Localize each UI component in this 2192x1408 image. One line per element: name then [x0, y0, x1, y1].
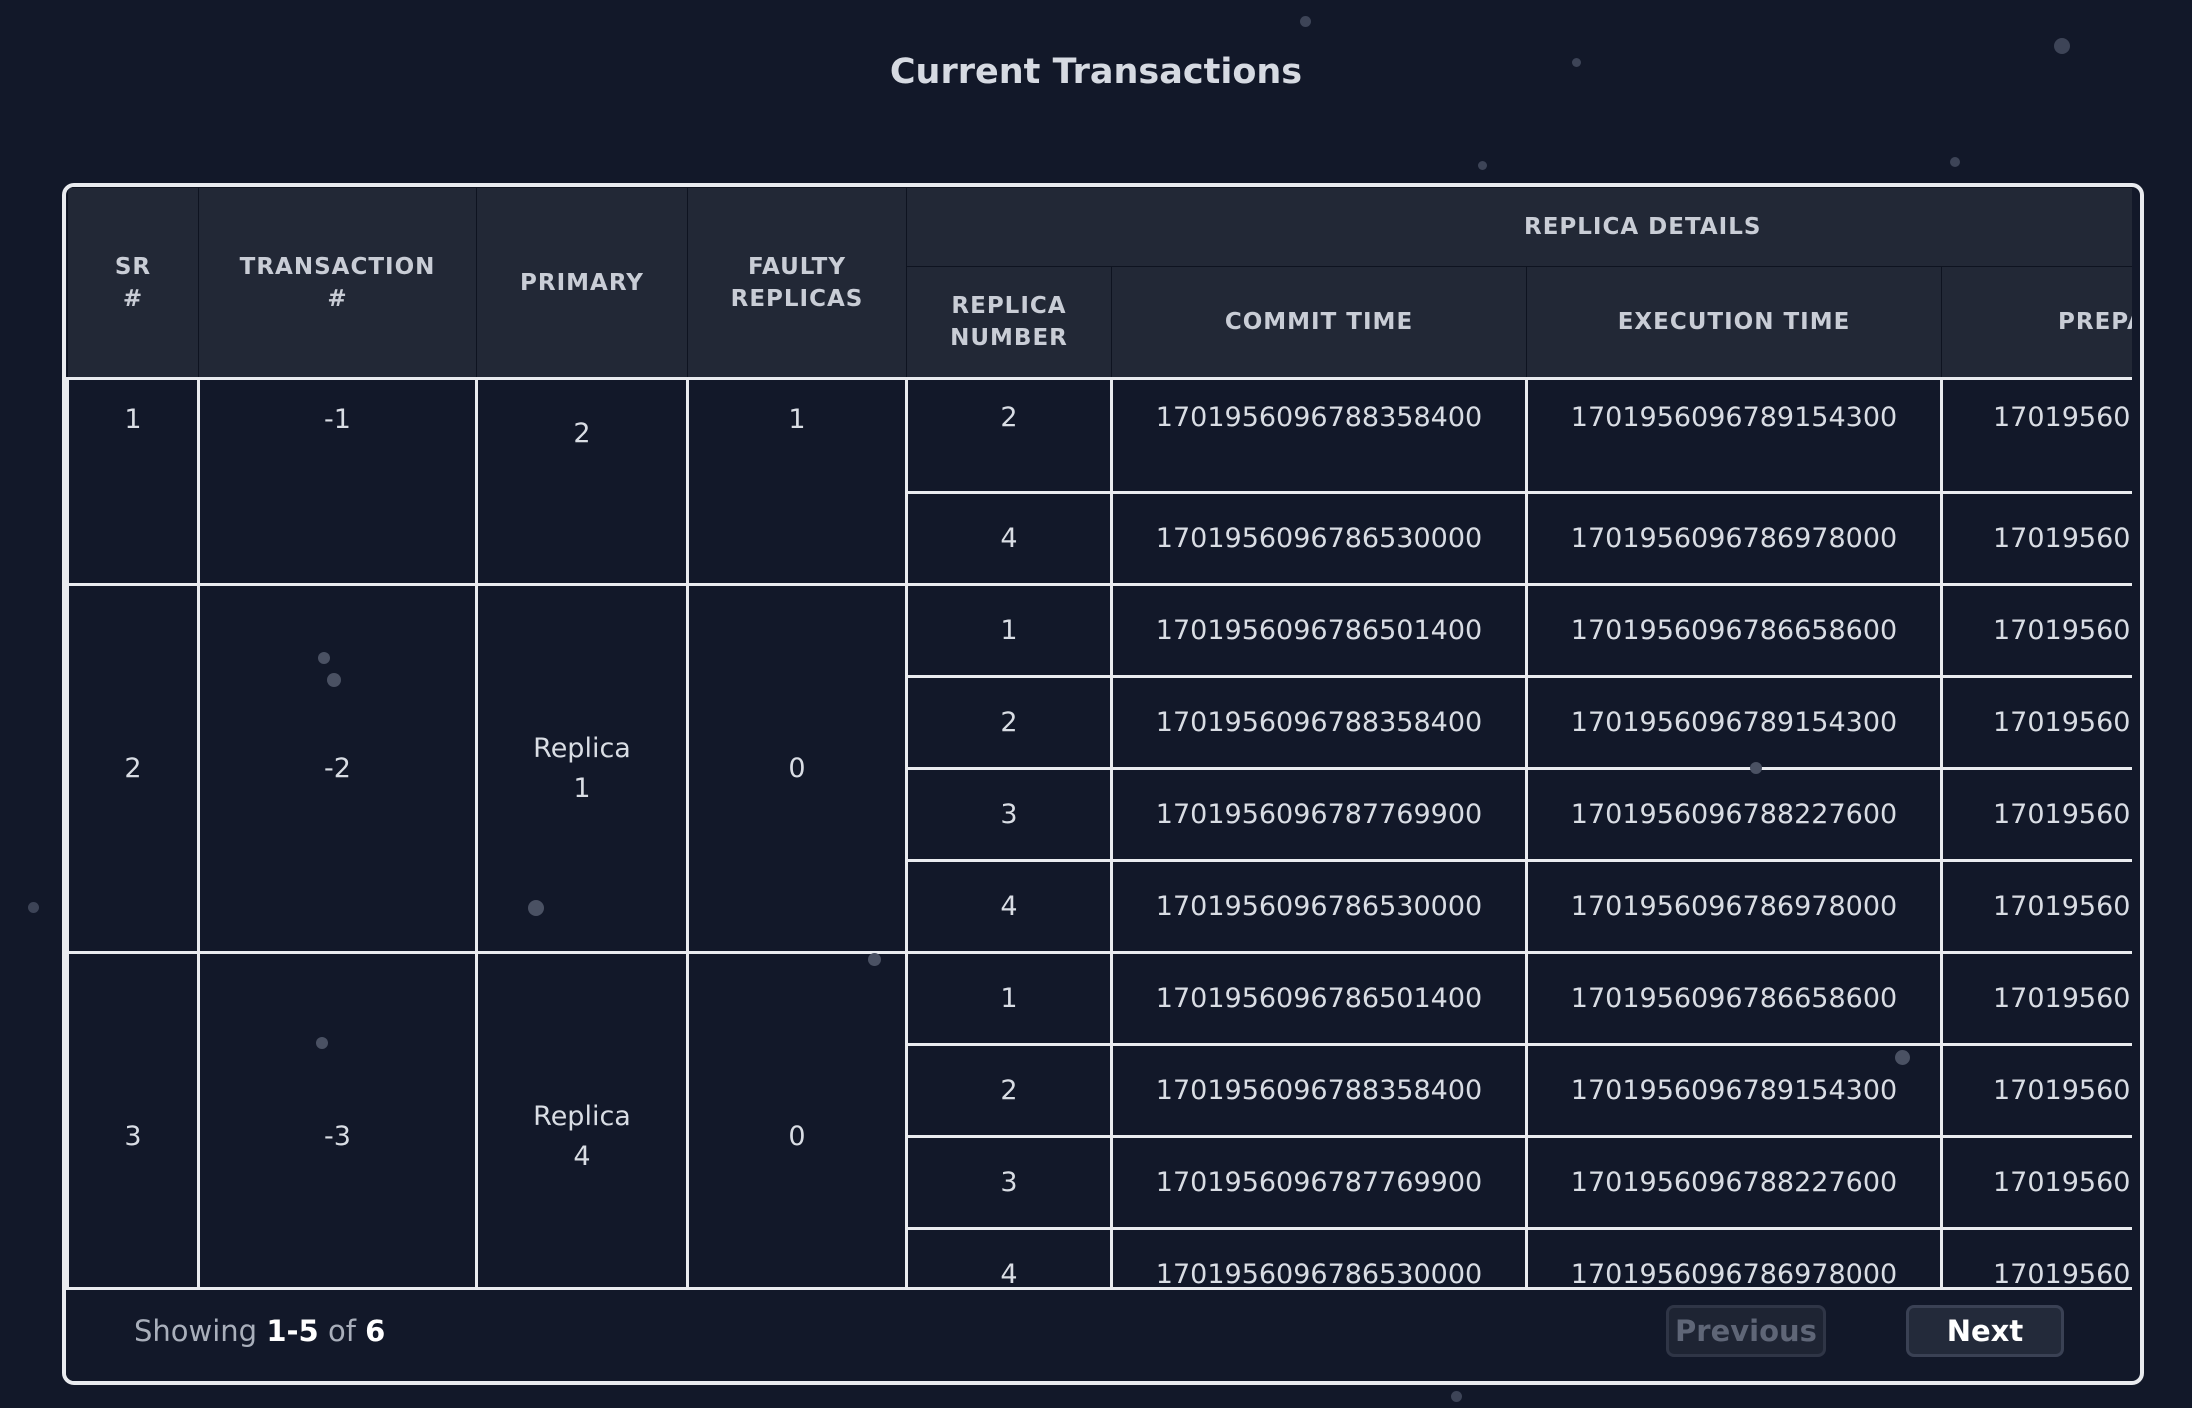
header-primary: PRIMARY [476, 187, 688, 379]
header-commit-time: COMMIT TIME [1111, 266, 1527, 379]
cell-commit-time: 1701956096786530000 [1110, 859, 1528, 954]
cell-execution-time: 1701956096786658600 [1525, 583, 1943, 678]
table-row: 2 -2 Replica 1 0 1 1701956096786501400 1… [66, 583, 2132, 954]
cell-primary: 2 [475, 377, 689, 586]
cell-commit-time: 1701956096786501400 [1110, 951, 1528, 1046]
cell-commit-time: 1701956096788358400 [1110, 377, 1528, 494]
cell-primary: Replica 1 [475, 583, 689, 954]
background-particle [327, 673, 341, 687]
cell-execution-time: 1701956096788227600 [1525, 1135, 1943, 1230]
pagination-status: Showing 1-5 of 6 [134, 1314, 385, 1348]
cell-execution-time: 1701956096789154300 [1525, 1043, 1943, 1138]
header-sr: SR # [67, 187, 199, 379]
cell-commit-time: 1701956096786501400 [1110, 583, 1528, 678]
primary-label: Replica [533, 732, 631, 764]
of-label: of [327, 1314, 356, 1348]
cell-prepare-time: 17019560 [1939, 1043, 2132, 1138]
cell-execution-time: 1701956096786978000 [1525, 859, 1943, 954]
background-particle [528, 900, 544, 916]
cell-transaction: -2 [197, 583, 478, 954]
background-particle [316, 1037, 328, 1049]
background-particle [28, 902, 39, 913]
header-replica-details: REPLICA DETAILS [905, 187, 2132, 267]
header-transaction: TRANSACTION # [198, 187, 477, 379]
background-particle [1895, 1050, 1910, 1065]
cell-faulty-replicas: 1 [686, 377, 908, 586]
cell-sr: 1 [66, 377, 200, 586]
cell-prepare-time: 17019560 [1939, 767, 2132, 862]
cell-commit-time: 1701956096788358400 [1110, 675, 1528, 770]
header-prepare-time: PREPA [1940, 266, 2132, 379]
cell-replica-number: 2 [905, 377, 1113, 494]
cell-sr: 3 [66, 951, 200, 1288]
page-title: Current Transactions [889, 52, 1303, 92]
cell-replica-number: 2 [905, 675, 1113, 770]
cell-prepare-time: 17019560 [1939, 1227, 2132, 1288]
cell-prepare-time: 17019560 [1939, 859, 2132, 954]
cell-commit-time: 1701956096787769900 [1110, 1135, 1528, 1230]
cell-prepare-time: 17019560 [1939, 583, 2132, 678]
cell-replica-number: 4 [905, 1227, 1113, 1288]
background-particle [1300, 16, 1311, 27]
background-particle [1451, 1391, 1462, 1402]
cell-faulty-replicas: 0 [686, 951, 908, 1288]
cell-execution-time: 1701956096786658600 [1525, 951, 1943, 1046]
cell-transaction: -3 [197, 951, 478, 1288]
cell-replica-number: 4 [905, 859, 1113, 954]
header-execution-time: EXECUTION TIME [1526, 266, 1942, 379]
header-replica-number: REPLICA NUMBER [906, 266, 1112, 379]
cell-prepare-time: 17019560 [1939, 377, 2132, 494]
cell-replica-number: 3 [905, 1135, 1113, 1230]
showing-label: Showing [134, 1314, 258, 1348]
primary-number: 4 [573, 1140, 591, 1172]
cell-execution-time: 1701956096786978000 [1525, 1227, 1943, 1288]
cell-execution-time: 1701956096786978000 [1525, 491, 1943, 586]
cell-replica-number: 3 [905, 767, 1113, 862]
primary-label: Replica [533, 1100, 631, 1132]
table-row: 1 -1 2 1 2 1701956096788358400 170195609… [66, 377, 2132, 586]
total-count: 6 [365, 1314, 386, 1348]
next-button[interactable]: Next [1906, 1305, 2064, 1357]
cell-prepare-time: 17019560 [1939, 1135, 2132, 1230]
cell-execution-time: 1701956096789154300 [1525, 377, 1943, 494]
background-particle [1478, 161, 1487, 170]
cell-commit-time: 1701956096786530000 [1110, 1227, 1528, 1288]
cell-execution-time: 1701956096788227600 [1525, 767, 1943, 862]
table-row: 3 -3 Replica 4 0 1 1701956096786501400 1… [66, 951, 2132, 1288]
transactions-table: SR # TRANSACTION # PRIMARY FAULTY REPLIC… [66, 187, 2132, 1288]
background-particle [318, 652, 330, 664]
cell-prepare-time: 17019560 [1939, 491, 2132, 586]
cell-primary: Replica 4 [475, 951, 689, 1288]
cell-commit-time: 1701956096786530000 [1110, 491, 1528, 586]
cell-faulty-replicas: 0 [686, 583, 908, 954]
cell-replica-number: 1 [905, 951, 1113, 1046]
cell-transaction: -1 [197, 377, 478, 586]
header-faulty-replicas: FAULTY REPLICAS [687, 187, 907, 379]
primary-number: 1 [573, 772, 591, 804]
background-particle [1950, 157, 1960, 167]
transactions-card: SR # TRANSACTION # PRIMARY FAULTY REPLIC… [62, 183, 2144, 1385]
previous-button[interactable]: Previous [1666, 1305, 1826, 1357]
cell-replica-number: 4 [905, 491, 1113, 586]
showing-range: 1-5 [266, 1314, 319, 1348]
cell-execution-time: 1701956096789154300 [1525, 675, 1943, 770]
cell-sr: 2 [66, 583, 200, 954]
background-particle [868, 953, 881, 966]
table-scroll-viewport[interactable]: SR # TRANSACTION # PRIMARY FAULTY REPLIC… [66, 187, 2132, 1288]
pagination-footer: Showing 1-5 of 6 Previous Next [66, 1287, 2132, 1381]
cell-prepare-time: 17019560 [1939, 675, 2132, 770]
cell-replica-number: 1 [905, 583, 1113, 678]
cell-replica-number: 2 [905, 1043, 1113, 1138]
background-particle [1750, 762, 1762, 774]
cell-commit-time: 1701956096787769900 [1110, 767, 1528, 862]
cell-commit-time: 1701956096788358400 [1110, 1043, 1528, 1138]
cell-prepare-time: 17019560 [1939, 951, 2132, 1046]
